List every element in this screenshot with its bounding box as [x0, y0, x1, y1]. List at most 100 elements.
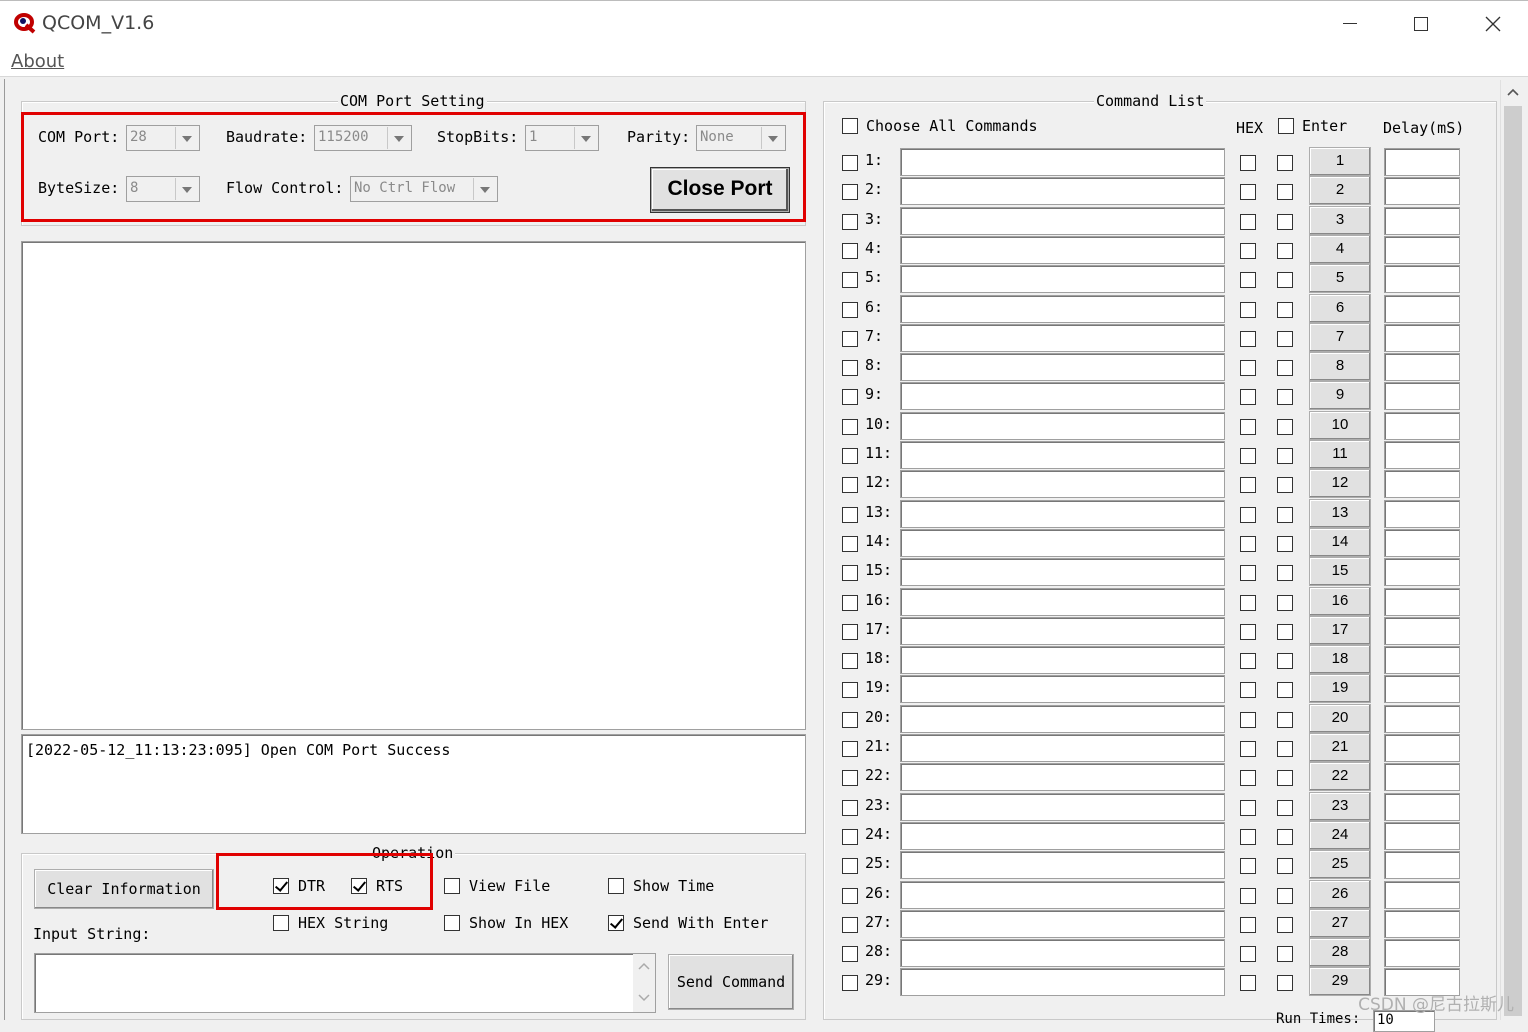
command-enter-checkbox[interactable] [1277, 389, 1293, 405]
command-enter-checkbox[interactable] [1277, 595, 1293, 611]
show-time-checkbox[interactable] [608, 878, 624, 894]
command-enter-checkbox[interactable] [1277, 419, 1293, 435]
command-hex-checkbox[interactable] [1240, 155, 1256, 171]
command-hex-checkbox[interactable] [1240, 858, 1256, 874]
command-input[interactable] [900, 910, 1225, 938]
command-hex-checkbox[interactable] [1240, 272, 1256, 288]
command-hex-checkbox[interactable] [1240, 360, 1256, 376]
clear-information-button[interactable]: Clear Information [34, 869, 214, 909]
command-enter-checkbox[interactable] [1277, 829, 1293, 845]
view-file-checkbox[interactable] [444, 878, 460, 894]
window-scrollbar[interactable] [1500, 80, 1524, 1020]
command-enter-checkbox[interactable] [1277, 653, 1293, 669]
command-delay-input[interactable] [1384, 881, 1460, 909]
command-send-button[interactable]: 27 [1309, 909, 1371, 938]
command-send-button[interactable]: 10 [1309, 411, 1371, 440]
command-input[interactable] [900, 763, 1225, 791]
command-enter-checkbox[interactable] [1277, 712, 1293, 728]
command-delay-input[interactable] [1384, 558, 1460, 586]
command-enter-checkbox[interactable] [1277, 975, 1293, 991]
command-input[interactable] [900, 295, 1225, 323]
chevron-up-icon[interactable] [1507, 88, 1519, 96]
command-send-button[interactable]: 13 [1309, 499, 1371, 528]
parity-combo[interactable]: None [696, 125, 786, 151]
command-select-checkbox[interactable] [842, 389, 858, 405]
command-enter-checkbox[interactable] [1277, 682, 1293, 698]
command-delay-input[interactable] [1384, 382, 1460, 410]
command-send-button[interactable]: 15 [1309, 557, 1371, 586]
command-enter-checkbox[interactable] [1277, 507, 1293, 523]
command-input[interactable] [900, 324, 1225, 352]
flow-control-combo[interactable]: No Ctrl Flow [350, 176, 498, 202]
command-input[interactable] [900, 470, 1225, 498]
command-input[interactable] [900, 265, 1225, 293]
command-send-button[interactable]: 28 [1309, 938, 1371, 967]
receive-textarea[interactable] [21, 241, 806, 730]
command-delay-input[interactable] [1384, 353, 1460, 381]
command-delay-input[interactable] [1384, 939, 1460, 967]
command-select-checkbox[interactable] [842, 858, 858, 874]
command-input[interactable] [900, 646, 1225, 674]
command-delay-input[interactable] [1384, 851, 1460, 879]
command-input[interactable] [900, 968, 1225, 996]
rts-checkbox[interactable] [351, 878, 367, 894]
command-send-button[interactable]: 18 [1309, 645, 1371, 674]
command-select-checkbox[interactable] [842, 595, 858, 611]
command-input[interactable] [900, 558, 1225, 586]
command-hex-checkbox[interactable] [1240, 800, 1256, 816]
command-select-checkbox[interactable] [842, 507, 858, 523]
hex-string-checkbox[interactable] [273, 915, 289, 931]
command-enter-checkbox[interactable] [1277, 243, 1293, 259]
command-hex-checkbox[interactable] [1240, 624, 1256, 640]
command-select-checkbox[interactable] [842, 800, 858, 816]
command-input[interactable] [900, 529, 1225, 557]
command-delay-input[interactable] [1384, 412, 1460, 440]
command-enter-checkbox[interactable] [1277, 536, 1293, 552]
command-delay-input[interactable] [1384, 705, 1460, 733]
command-input[interactable] [900, 588, 1225, 616]
command-hex-checkbox[interactable] [1240, 741, 1256, 757]
command-enter-checkbox[interactable] [1277, 184, 1293, 200]
command-delay-input[interactable] [1384, 500, 1460, 528]
dtr-checkbox[interactable] [273, 878, 289, 894]
command-send-button[interactable]: 21 [1309, 733, 1371, 762]
command-delay-input[interactable] [1384, 763, 1460, 791]
command-send-button[interactable]: 14 [1309, 528, 1371, 557]
command-select-checkbox[interactable] [842, 184, 858, 200]
baudrate-combo[interactable]: 115200 [314, 125, 412, 151]
command-hex-checkbox[interactable] [1240, 477, 1256, 493]
command-hex-checkbox[interactable] [1240, 302, 1256, 318]
command-select-checkbox[interactable] [842, 653, 858, 669]
command-select-checkbox[interactable] [842, 741, 858, 757]
minimize-button[interactable] [1315, 1, 1385, 46]
command-send-button[interactable]: 25 [1309, 850, 1371, 879]
command-select-checkbox[interactable] [842, 536, 858, 552]
command-input[interactable] [900, 353, 1225, 381]
command-enter-checkbox[interactable] [1277, 448, 1293, 464]
command-send-button[interactable]: 17 [1309, 616, 1371, 645]
command-enter-checkbox[interactable] [1277, 917, 1293, 933]
command-hex-checkbox[interactable] [1240, 419, 1256, 435]
command-send-button[interactable]: 24 [1309, 821, 1371, 850]
command-send-button[interactable]: 1 [1309, 147, 1371, 176]
command-select-checkbox[interactable] [842, 272, 858, 288]
command-delay-input[interactable] [1384, 910, 1460, 938]
command-enter-checkbox[interactable] [1277, 888, 1293, 904]
command-hex-checkbox[interactable] [1240, 448, 1256, 464]
command-enter-checkbox[interactable] [1277, 360, 1293, 376]
command-delay-input[interactable] [1384, 675, 1460, 703]
command-delay-input[interactable] [1384, 236, 1460, 264]
scrollbar-thumb[interactable] [1504, 106, 1522, 1016]
command-enter-checkbox[interactable] [1277, 477, 1293, 493]
show-in-hex-checkbox[interactable] [444, 915, 460, 931]
command-input[interactable] [900, 177, 1225, 205]
command-hex-checkbox[interactable] [1240, 946, 1256, 962]
command-enter-checkbox[interactable] [1277, 214, 1293, 230]
command-send-button[interactable]: 7 [1309, 323, 1371, 352]
command-delay-input[interactable] [1384, 470, 1460, 498]
input-scrollbar[interactable] [633, 954, 655, 1012]
command-select-checkbox[interactable] [842, 946, 858, 962]
enter-all-checkbox[interactable] [1278, 118, 1294, 134]
command-send-button[interactable]: 4 [1309, 235, 1371, 264]
menu-about[interactable]: About [11, 51, 64, 72]
